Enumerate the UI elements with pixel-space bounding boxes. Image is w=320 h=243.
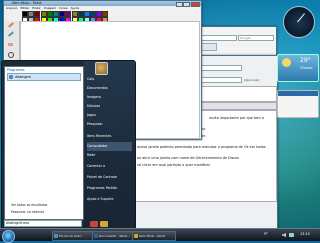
start-link-painel-controle[interactable]: Painel de Controle [87,173,117,182]
start-link-conectar[interactable]: Conectar a [87,162,105,171]
sun-icon [282,58,291,67]
start-link-documentos[interactable]: Documentos [87,84,108,93]
editor-line-6: vá clicar em qual partição o quer modifi… [137,163,211,167]
start-link-programas-padrao[interactable]: Programas Padrão [87,184,117,193]
taskbar-button-paint-label: Sem título - Paint [139,234,165,238]
magnifier-icon[interactable] [8,52,14,58]
color-palette[interactable] [22,11,142,23]
search-internet-link[interactable]: Pesquisar na Internet [11,210,44,214]
disk-management-icon [9,75,13,79]
menu-imagem[interactable]: Imagem [44,6,56,10]
taskbar-button-word-label: Documento - Word... [99,234,130,238]
icon-grid [199,86,277,102]
start-menu-links: Caio Documentos Imagens Músicas Jogos Pe… [84,61,135,233]
calendar-gadget [277,90,319,118]
editor-line-1: muito importante por que tem a [209,116,264,120]
brush-icon[interactable] [8,31,14,37]
network-icon[interactable] [289,233,294,237]
menu-ajuda[interactable]: Ajuda [71,6,80,10]
user-avatar [95,62,108,75]
start-link-ajuda[interactable]: Ajuda e Suporte [87,195,113,204]
program-result-label: diskmgmt [15,75,31,79]
eraser-icon[interactable] [8,43,13,46]
word-icon [94,234,98,238]
start-link-rede[interactable]: Rede [87,151,95,160]
start-link-jogos[interactable]: Jogos [87,111,96,120]
start-menu-results: Programas diskmgmt Ver todos os resultad… [4,66,84,220]
menu-cores[interactable]: Cores [59,6,68,10]
weather-temperature: 29° [300,57,311,64]
weather-gadget: 29° Chover [277,54,319,82]
see-all-results-link[interactable]: Ver todos os resultados [11,203,47,207]
editor-line-4: anova janela pedindo permissão para exec… [137,145,267,149]
optional-field-label: (Opcional) [244,78,260,82]
optional-field[interactable]: (Opcional) [195,77,260,83]
taskbar-button-forum-label: Fórum do Outr... [59,234,84,238]
search-placeholder: Google [240,36,251,40]
search-box[interactable]: Google [238,35,274,41]
start-search-input[interactable]: diskmgmt.msc [4,220,82,227]
paint-title: Sem título - Paint [12,1,42,5]
programs-header: Programas [7,68,25,72]
start-link-itens-recentes[interactable]: Itens Recentes [87,132,111,141]
paint-icon [134,234,138,238]
taskbar-clock[interactable]: 13:15 [300,232,310,236]
lock-button[interactable] [100,221,108,227]
program-result[interactable]: diskmgmt [7,73,81,81]
menu-exibir[interactable]: Exibir [32,6,40,10]
start-link-musicas[interactable]: Músicas [87,102,100,111]
paint-menubar: Arquivo Editar Exibir Imagem Cores Ajuda [4,6,201,10]
start-link-pesquisar[interactable]: Pesquisar [87,120,103,129]
power-button[interactable] [90,221,98,227]
clock-face [283,6,315,38]
taskbar: Fórum do Outr... Documento - Word... Sem… [0,228,320,243]
start-link-imagens[interactable]: Imagens [87,93,101,102]
volume-icon[interactable] [282,233,286,237]
browser-icon [54,234,58,238]
start-search-value: diskmgmt.msc [6,221,30,225]
start-orb[interactable] [2,229,15,243]
menu-arquivo[interactable]: Arquivo [6,6,17,10]
pencil-icon[interactable] [8,22,14,28]
start-link-computador[interactable]: Computador [87,142,132,151]
menu-editar[interactable]: Editar [20,6,29,10]
editor-line-5: ao abrir uma janela com nome de Gerencia… [137,156,240,160]
title-field[interactable] [195,65,242,71]
start-menu: Programas diskmgmt Ver todos os resultad… [1,60,136,234]
language-indicator[interactable]: PT [264,232,268,236]
clock-gadget [277,2,317,42]
weather-city: Chover [300,66,313,70]
calendar-header [278,91,318,96]
start-link-caio[interactable]: Caio [87,75,94,84]
